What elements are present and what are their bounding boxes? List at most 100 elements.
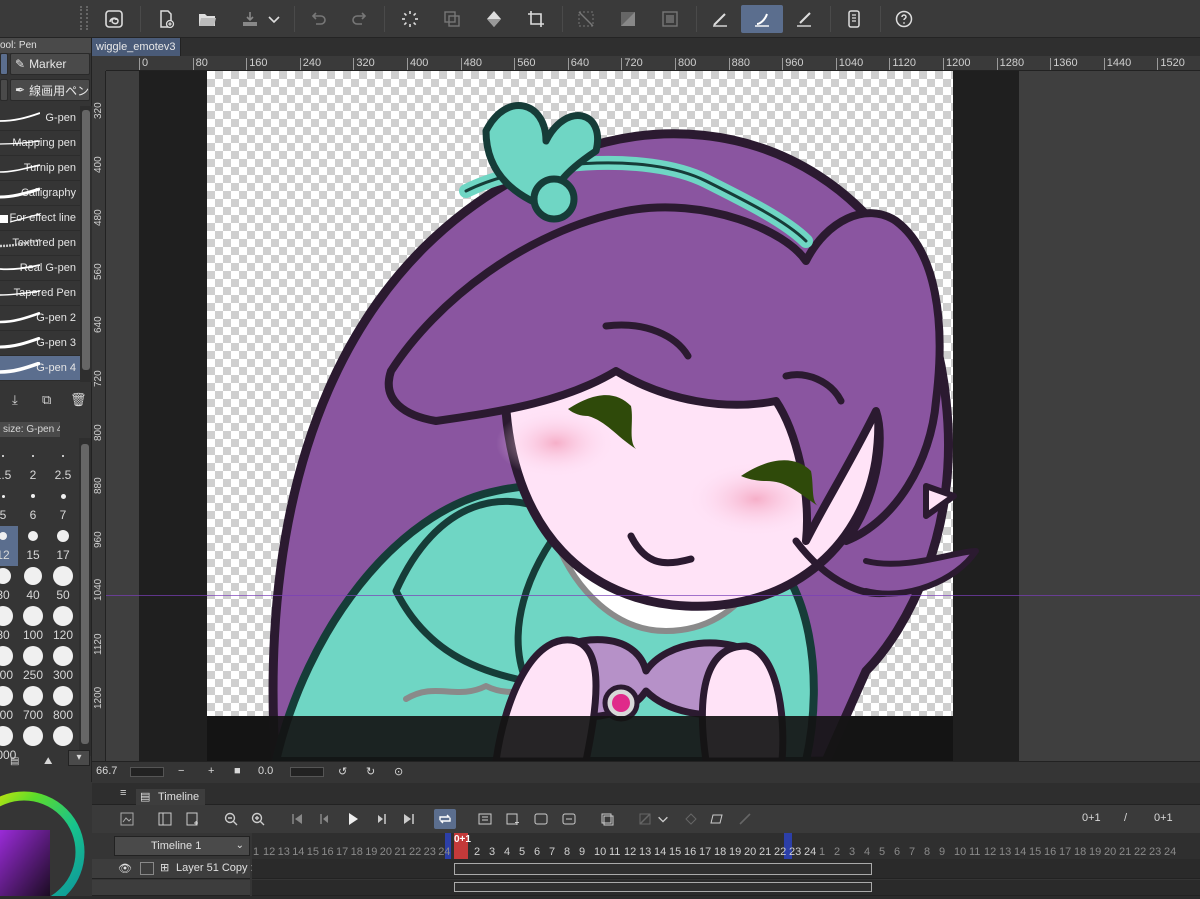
play-icon[interactable] — [342, 809, 364, 829]
import-icon[interactable]: ⤓ — [12, 392, 18, 408]
new-animation-folder-icon[interactable] — [474, 809, 496, 829]
brush-item[interactable]: For effect line — [0, 206, 92, 231]
brush-item[interactable]: Turnip pen — [0, 156, 92, 181]
brush-size-cell[interactable]: 200 — [0, 646, 18, 686]
pen-cel-icon[interactable] — [734, 809, 756, 829]
brush-size-cell[interactable]: 80 — [0, 606, 18, 646]
new-cel-icon[interactable] — [502, 809, 524, 829]
cel-range[interactable] — [454, 882, 872, 892]
timeline-track[interactable] — [252, 859, 1200, 879]
new-file-icon[interactable] — [152, 5, 180, 33]
trash-icon[interactable]: 🗑 — [70, 392, 87, 408]
zoom-out-timeline-icon[interactable] — [220, 809, 242, 829]
onion-skin-icon[interactable] — [596, 809, 618, 829]
zoom-out-button[interactable]: − — [178, 765, 184, 777]
document-tab[interactable]: wiggle_emotev3 — [92, 38, 181, 56]
brush-item[interactable]: G-pen 3 — [0, 331, 92, 356]
zoom-in-button[interactable]: + — [208, 765, 214, 777]
light-table-icon[interactable] — [634, 809, 656, 829]
frame-ruler[interactable]: 0+1 1 12 13 14 15 16 17 18 19 20 21 22 23 24 23456789… — [252, 833, 1200, 859]
ruler-pen-icon[interactable] — [790, 5, 818, 33]
brush-item[interactable]: Real G-pen — [0, 256, 92, 281]
fit-button[interactable]: ■ — [234, 765, 241, 777]
redo-icon[interactable] — [346, 5, 374, 33]
brush-size-cell[interactable]: 100 — [18, 606, 48, 646]
brush-size-cell[interactable]: 300 — [48, 646, 78, 686]
rotate-right-icon[interactable]: ↻ — [366, 765, 375, 778]
last-frame-icon[interactable] — [398, 809, 420, 829]
brush-size-cell[interactable]: 7 — [48, 486, 78, 526]
next-frame-icon[interactable] — [370, 809, 392, 829]
brush-size-cell[interactable]: 500 — [0, 686, 18, 726]
first-frame-icon[interactable] — [286, 809, 308, 829]
clear-selection-icon[interactable] — [572, 5, 600, 33]
brush-list-scrollbar[interactable] — [80, 106, 92, 382]
brush-size-cell[interactable]: 1.5 — [0, 446, 18, 486]
cel-settings-icon[interactable] — [680, 809, 702, 829]
assign-cel-icon[interactable] — [530, 809, 552, 829]
subtool-pen-button[interactable] — [0, 53, 8, 75]
brush-size-cell[interactable]: 50 — [48, 566, 78, 606]
eye-icon[interactable]: 👁 — [118, 862, 132, 875]
spinner-icon[interactable] — [396, 5, 424, 33]
brush-size-cell[interactable]: 12 — [0, 526, 18, 566]
size-menu-chevron-icon[interactable]: ▾ — [68, 750, 90, 766]
add-frame-icon[interactable] — [182, 809, 204, 829]
brush-size-cell[interactable]: 6 — [18, 486, 48, 526]
dropdown-icon[interactable] — [264, 5, 284, 33]
brush-size-cell[interactable]: 30 — [0, 566, 18, 606]
layer-icon[interactable]: ▤ — [10, 756, 19, 767]
brush-size-cell[interactable]: 2 — [18, 446, 48, 486]
canvas-workspace[interactable] — [106, 71, 1200, 761]
transform-icon[interactable] — [438, 5, 466, 33]
brush-size-cell[interactable]: 120 — [48, 606, 78, 646]
timeline-tab[interactable]: ▤ Timeline — [136, 789, 206, 805]
crop-icon[interactable] — [522, 5, 550, 33]
export-icon[interactable] — [236, 5, 264, 33]
subtool-marker-button[interactable]: ✎ Marker — [10, 53, 90, 75]
zoom-in-timeline-icon[interactable] — [247, 809, 269, 829]
duplicate-icon[interactable]: ⧉ — [42, 392, 51, 408]
prev-frame-icon[interactable] — [314, 809, 336, 829]
vector-cel-icon[interactable] — [706, 809, 728, 829]
tablet-icon[interactable] — [840, 5, 868, 33]
rotate-left-icon[interactable]: ↺ — [338, 765, 347, 778]
subtool-extra-button[interactable] — [0, 79, 8, 101]
timeline-layer-row[interactable]: 👁 ⊞ Layer 51 Copy : — [92, 859, 254, 879]
timeline-settings-icon[interactable] — [154, 809, 176, 829]
brush-item[interactable]: Mapping pen — [0, 131, 92, 156]
select-all-icon[interactable] — [656, 5, 684, 33]
size-scrollbar[interactable] — [79, 438, 91, 756]
brush-size-cell[interactable]: 40 — [18, 566, 48, 606]
color-wheel[interactable] — [0, 782, 92, 899]
loop-icon[interactable] — [434, 809, 456, 829]
timeline-track[interactable] — [252, 880, 1200, 896]
brush-size-tab[interactable]: size: G-pen 4 — [0, 422, 60, 437]
new-timeline-icon[interactable] — [116, 809, 138, 829]
brush-item[interactable]: G-pen 2 — [0, 306, 92, 331]
zoom-slider[interactable] — [130, 767, 164, 777]
brush-size-cell[interactable]: 5 — [0, 486, 18, 526]
rotation-value[interactable]: 0.0 — [258, 765, 273, 777]
brush-size-cell[interactable]: 700 — [18, 686, 48, 726]
specify-cel-icon[interactable] — [558, 809, 580, 829]
mountain-icon[interactable]: ⛰ — [44, 756, 52, 767]
brush-item[interactable]: Textured pen — [0, 231, 92, 256]
cel-range[interactable] — [454, 863, 872, 875]
guide-line[interactable] — [106, 595, 1200, 596]
brush-size-cell[interactable]: 250 — [18, 646, 48, 686]
rotation-slider[interactable] — [290, 767, 324, 777]
panel-menu-icon[interactable]: ≡ — [120, 787, 126, 799]
tool-panel-tab[interactable]: ool: Pen — [0, 38, 91, 53]
brush-size-cell[interactable]: 17 — [48, 526, 78, 566]
brush-item[interactable]: G-pen 4 — [0, 356, 92, 381]
light-table-dropdown-icon[interactable] — [656, 809, 670, 829]
expand-icon[interactable]: ⊞ — [160, 861, 169, 874]
brush-item[interactable]: G-pen — [0, 106, 92, 131]
invert-selection-icon[interactable] — [614, 5, 642, 33]
zoom-value[interactable]: 66.7 — [96, 765, 117, 777]
subtool-lineart-button[interactable]: ✒ 線画用ペン — [10, 79, 90, 101]
toolbar-grip[interactable] — [80, 6, 88, 30]
brush-size-cell[interactable]: 15 — [18, 526, 48, 566]
brush-size-cell[interactable]: 2.5 — [48, 446, 78, 486]
